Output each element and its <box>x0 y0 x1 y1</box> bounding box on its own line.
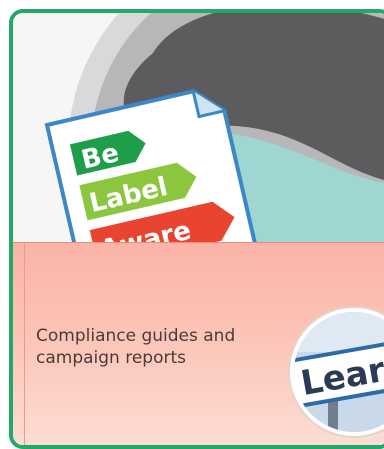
caption-line: campaign reports <box>36 348 187 368</box>
be-label-aware-graphic: Be Label Aware <box>13 13 384 253</box>
caption-line: Compliance guides and <box>36 326 236 346</box>
card-overlay: Compliance guides and campaign reports L… <box>13 242 384 445</box>
learn-sign-image: Lear <box>294 312 384 432</box>
card-caption[interactable]: Compliance guides and campaign reports <box>36 325 276 369</box>
hero-image: Be Label Aware <box>13 13 384 253</box>
resource-card[interactable]: Be Label Aware Compliance guides and cam… <box>9 9 384 449</box>
